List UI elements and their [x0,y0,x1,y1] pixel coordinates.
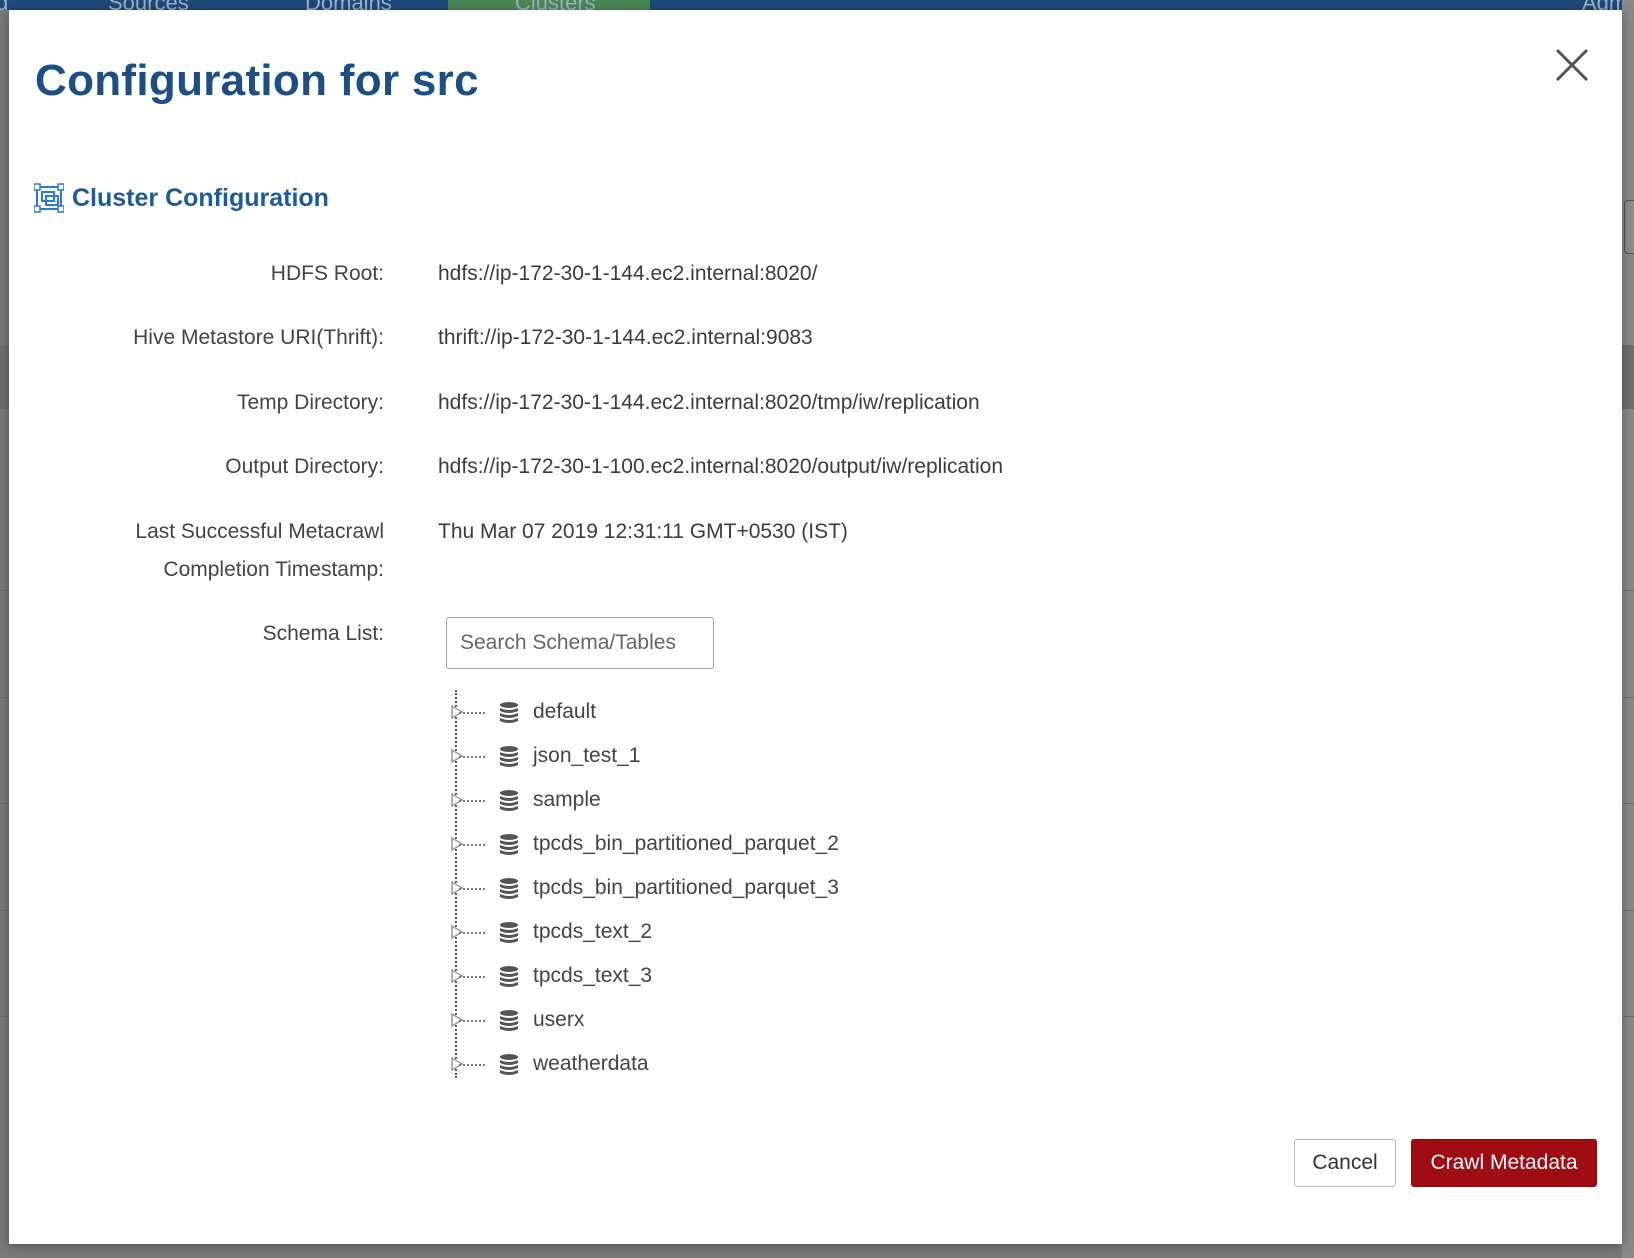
field-value: hdfs://ip-172-30-1-144.ec2.internal:8020… [438,262,818,285]
schema-tree-item[interactable]: tpcds_text_3 [446,954,1046,998]
configuration-modal: Configuration for src Cluster Configurat… [9,10,1622,1244]
tree-connector [459,1064,485,1066]
modal-title: Configuration for src [35,56,479,105]
schema-search-input[interactable] [446,617,714,669]
background-top-nav-bar [0,0,1634,10]
database-icon [500,878,518,899]
schema-name: tpcds_text_3 [533,964,653,987]
schema-tree-item[interactable]: tpcds_text_2 [446,910,1046,954]
schema-tree-item[interactable]: tpcds_bin_partitioned_parquet_2 [446,822,1046,866]
schema-name: default [533,700,597,723]
field-label: Temp Directory: [236,391,384,414]
database-icon [500,966,518,987]
background-nav-item: d [0,0,9,15]
database-icon [500,922,518,943]
tree-connector [459,932,485,934]
field-value: Thu Mar 07 2019 12:31:11 GMT+0530 (IST) [438,520,848,543]
close-button[interactable] [1550,43,1594,87]
database-icon [500,746,518,767]
field-label: Output Directory: [225,455,384,478]
tree-connector [459,1020,485,1022]
schema-tree-item[interactable]: sample [446,778,1046,822]
field-label: Schema List: [262,622,384,645]
database-icon [500,1054,518,1075]
schema-name: json_test_1 [533,744,641,767]
schema-tree-item[interactable]: userx [446,998,1046,1042]
section-header: Cluster Configuration [34,182,329,214]
tree-connector [459,888,485,890]
field-label-line2: Completion Timestamp: [163,558,384,581]
background-right-edge [1622,0,1634,1258]
database-icon [500,790,518,811]
field-value: hdfs://ip-172-30-1-100.ec2.internal:8020… [438,455,1004,478]
database-icon [500,702,518,723]
field-label: HDFS Root: [270,262,384,285]
schema-tree-item[interactable]: default [446,690,1046,734]
tree-connector [459,712,485,714]
database-icon [500,834,518,855]
schema-tree-item[interactable]: tpcds_bin_partitioned_parquet_3 [446,866,1046,910]
schema-name: userx [533,1008,585,1031]
field-label-line1: Last Successful Metacrawl [135,520,384,543]
schema-tree-item[interactable]: weatherdata [446,1042,1046,1086]
schema-name: sample [533,788,601,811]
tree-connector [459,976,485,978]
schema-tree-item[interactable]: json_test_1 [446,734,1046,778]
cancel-button[interactable]: Cancel [1294,1139,1396,1187]
section-title: Cluster Configuration [72,183,329,212]
field-value: thrift://ip-172-30-1-144.ec2.internal:90… [438,326,813,349]
tree-connector [459,844,485,846]
field-value: hdfs://ip-172-30-1-144.ec2.internal:8020… [438,391,980,414]
tree-connector [459,800,485,802]
tree-connector [459,756,485,758]
schema-name: weatherdata [533,1052,649,1075]
close-icon [1555,48,1589,82]
cluster-icon [34,183,64,213]
schema-name: tpcds_bin_partitioned_parquet_2 [533,832,839,855]
field-label: Hive Metastore URI(Thrift): [133,326,384,349]
crawl-metadata-button[interactable]: Crawl Metadata [1411,1139,1597,1187]
schema-name: tpcds_text_2 [533,920,653,943]
database-icon [500,1010,518,1031]
schema-name: tpcds_bin_partitioned_parquet_3 [533,876,839,899]
